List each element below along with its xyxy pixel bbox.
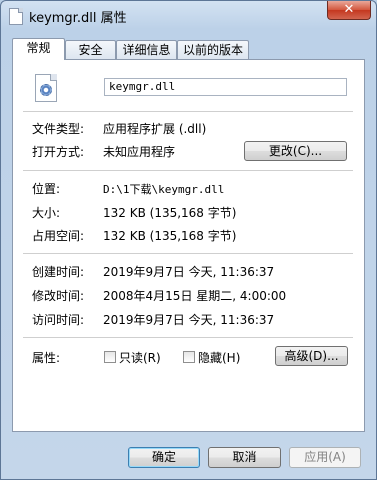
- advanced-button[interactable]: 高级(D)...: [275, 346, 348, 366]
- file-type-label: 文件类型:: [32, 122, 85, 136]
- divider: [23, 170, 353, 171]
- location-label: 位置:: [32, 182, 61, 196]
- close-button[interactable]: ✕: [327, 1, 371, 20]
- open-with-value: 未知应用程序: [103, 145, 176, 159]
- divider: [23, 337, 353, 338]
- created-value: 2019年9月7日 今天, 11:36:37: [103, 265, 275, 279]
- readonly-checkbox[interactable]: [104, 351, 116, 363]
- window-title: keymgr.dll 属性: [29, 11, 127, 26]
- attributes-label: 属性:: [32, 351, 61, 365]
- modified-label: 修改时间:: [32, 289, 85, 303]
- cancel-button[interactable]: 取消: [208, 447, 281, 468]
- tab-security[interactable]: 安全: [65, 40, 116, 59]
- accessed-value: 2019年9月7日 今天, 11:36:37: [103, 313, 275, 327]
- gear-icon: [40, 84, 52, 96]
- size-label: 大小:: [32, 206, 61, 220]
- file-icon: [9, 8, 23, 25]
- ok-button[interactable]: 确定: [128, 447, 200, 468]
- tab-previous-versions[interactable]: 以前的版本: [177, 40, 249, 59]
- divider: [23, 111, 353, 112]
- tab-general[interactable]: 常规: [12, 38, 65, 60]
- created-label: 创建时间:: [32, 265, 85, 279]
- file-type-value: 应用程序扩展 (.dll): [103, 122, 207, 136]
- title-bar[interactable]: keymgr.dll 属性 ✕: [1, 1, 376, 31]
- size-value: 132 KB (135,168 字节): [103, 206, 237, 220]
- modified-value: 2008年4月15日 星期二, 4:00:00: [103, 289, 287, 303]
- properties-window: keymgr.dll 属性 ✕ 常规 安全 详细信息 以前的版本 keymgr.…: [0, 0, 377, 480]
- dll-file-icon: [35, 74, 57, 102]
- change-button[interactable]: 更改(C)...: [244, 141, 347, 161]
- open-with-label: 打开方式:: [32, 145, 85, 159]
- file-name-field[interactable]: keymgr.dll: [104, 78, 347, 96]
- size-on-disk-value: 132 KB (135,168 字节): [103, 229, 237, 243]
- hidden-checkbox[interactable]: [183, 351, 195, 363]
- tab-details[interactable]: 详细信息: [116, 40, 177, 59]
- location-value: D:\1下载\keymgr.dll: [103, 183, 225, 196]
- hidden-checkbox-label[interactable]: 隐藏(H): [198, 349, 240, 366]
- accessed-label: 访问时间:: [32, 313, 85, 327]
- general-panel: keymgr.dll 文件类型: 应用程序扩展 (.dll) 打开方式: 未知应…: [12, 59, 365, 432]
- readonly-checkbox-label[interactable]: 只读(R): [119, 349, 161, 366]
- divider: [23, 253, 353, 254]
- apply-button[interactable]: 应用(A): [289, 447, 361, 468]
- size-on-disk-label: 占用空间:: [32, 229, 85, 243]
